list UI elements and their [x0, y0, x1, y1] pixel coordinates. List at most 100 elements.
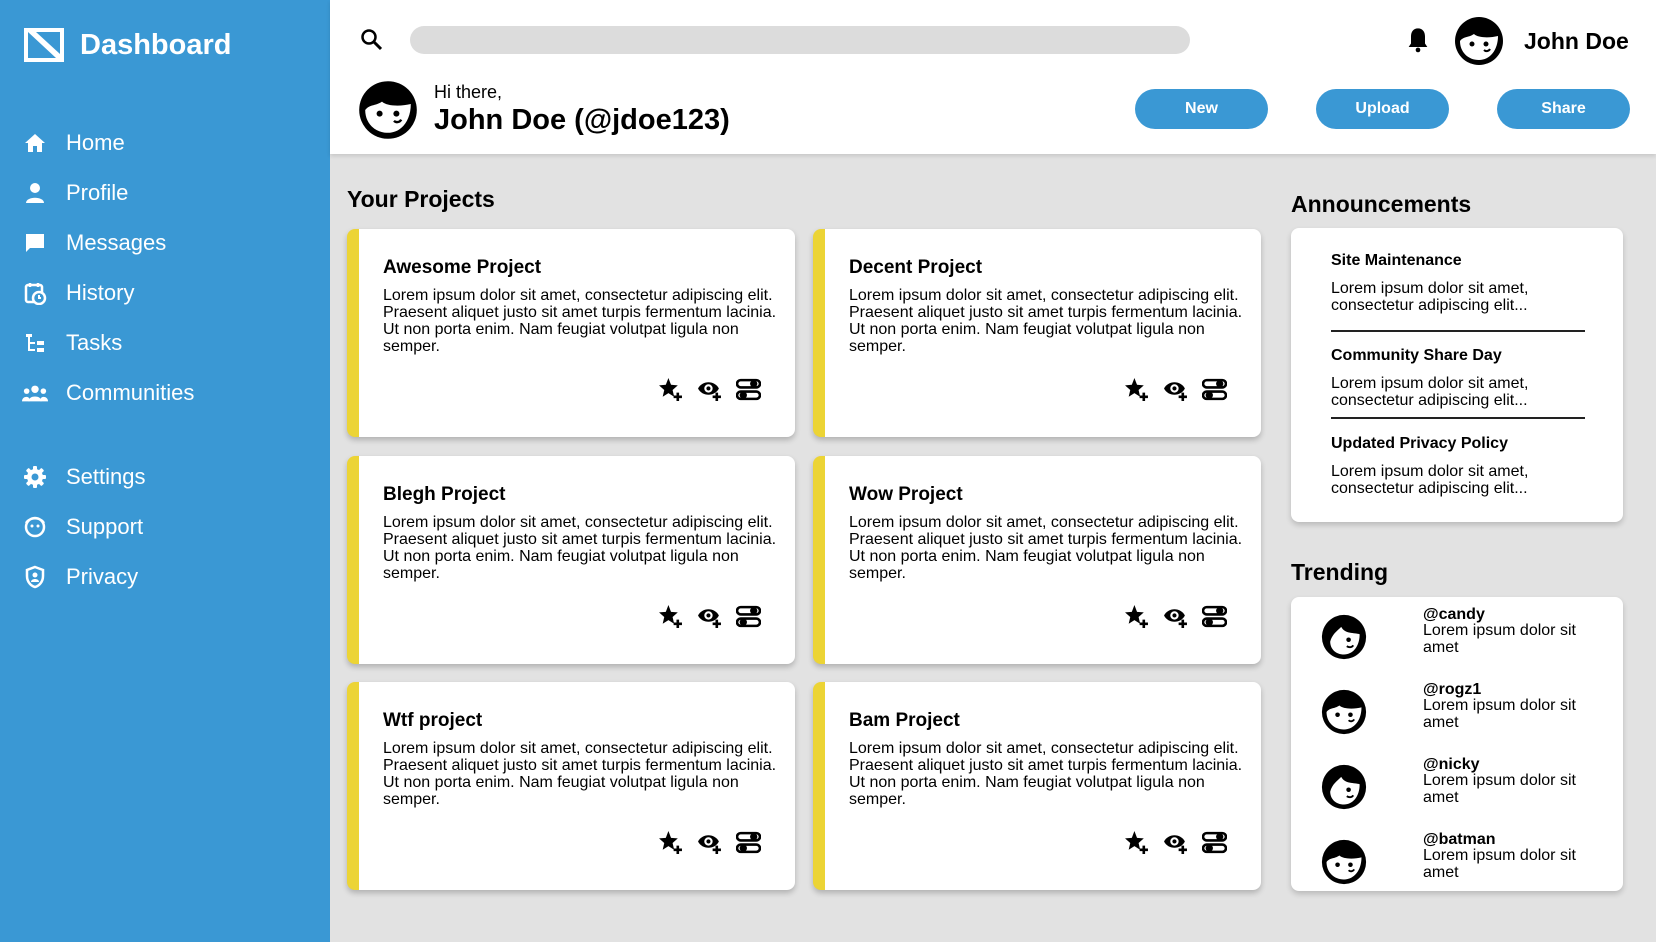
sidebar-item-profile[interactable]: Profile: [0, 168, 330, 218]
app-title: Dashboard: [80, 28, 232, 61]
announcement-text: Lorem ipsum dolor sit amet, consectetur …: [1331, 280, 1529, 314]
project-title: Decent Project: [849, 257, 983, 278]
tasks-icon: [22, 330, 48, 356]
divider: [1331, 417, 1585, 419]
trending-item[interactable]: @candy Lorem ipsum dolor sit amet: [1321, 606, 1601, 662]
announcement-item[interactable]: Updated Privacy Policy Lorem ipsum dolor…: [1331, 435, 1585, 497]
share-toggle-icon[interactable]: [736, 604, 761, 629]
bell-icon[interactable]: [1404, 26, 1432, 54]
sidebar-item-label: Communities: [66, 380, 195, 405]
star-add-icon[interactable]: [658, 830, 683, 855]
project-card[interactable]: Blegh Project Lorem ipsum dolor sit amet…: [347, 456, 795, 664]
share-toggle-icon[interactable]: [1202, 604, 1227, 629]
sidebar-item-label: Home: [66, 130, 125, 155]
announcement-item[interactable]: Community Share Day Lorem ipsum dolor si…: [1331, 347, 1585, 409]
announcements-heading: Announcements: [1291, 191, 1472, 217]
history-icon: [22, 280, 48, 306]
new-button[interactable]: New: [1135, 89, 1268, 129]
share-toggle-icon[interactable]: [736, 830, 761, 855]
brand[interactable]: Dashboard: [24, 28, 231, 62]
project-description: Lorem ipsum dolor sit amet, consectetur …: [849, 514, 1243, 582]
star-add-icon[interactable]: [1124, 604, 1149, 629]
divider: [1331, 330, 1585, 332]
watch-add-icon[interactable]: [1163, 377, 1188, 402]
sidebar-item-label: Support: [66, 514, 144, 539]
project-card[interactable]: Decent Project Lorem ipsum dolor sit ame…: [813, 229, 1261, 437]
avatar: [1321, 839, 1367, 885]
trending-item[interactable]: @rogz1 Lorem ipsum dolor sit amet: [1321, 681, 1601, 737]
sidebar-item-communities[interactable]: Communities: [0, 368, 330, 418]
announcement-text: Lorem ipsum dolor sit amet, consectetur …: [1331, 375, 1529, 409]
share-toggle-icon[interactable]: [1202, 830, 1227, 855]
project-description: Lorem ipsum dolor sit amet, consectetur …: [383, 514, 777, 582]
primary-nav: Home Profile Messages History Tasks Comm…: [0, 118, 330, 418]
project-description: Lorem ipsum dolor sit amet, consectetur …: [383, 740, 777, 808]
watch-add-icon[interactable]: [1163, 830, 1188, 855]
trending-text: Lorem ipsum dolor sit amet: [1423, 697, 1576, 731]
watch-add-icon[interactable]: [1163, 604, 1188, 629]
trending-item[interactable]: @batman Lorem ipsum dolor sit amet: [1321, 831, 1601, 887]
sidebar-item-privacy[interactable]: Privacy: [0, 552, 330, 602]
sidebar: Dashboard Home Profile Messages History: [0, 0, 330, 942]
project-card[interactable]: Wow Project Lorem ipsum dolor sit amet, …: [813, 456, 1261, 664]
share-toggle-icon[interactable]: [736, 377, 761, 402]
search-icon[interactable]: [360, 28, 384, 52]
project-description: Lorem ipsum dolor sit amet, consectetur …: [849, 287, 1243, 355]
share-toggle-icon[interactable]: [1202, 377, 1227, 402]
project-description: Lorem ipsum dolor sit amet, consectetur …: [383, 287, 777, 355]
gear-icon: [22, 464, 48, 490]
avatar[interactable]: [1454, 16, 1504, 66]
project-title: Wow Project: [849, 484, 963, 505]
greeting-name: John Doe (@jdoe123): [434, 104, 730, 136]
person-icon: [22, 180, 48, 206]
watch-add-icon[interactable]: [697, 830, 722, 855]
sidebar-item-support[interactable]: Support: [0, 502, 330, 552]
sidebar-item-home[interactable]: Home: [0, 118, 330, 168]
search-input[interactable]: [410, 26, 1190, 54]
announcement-text: Lorem ipsum dolor sit amet, consectetur …: [1331, 463, 1529, 497]
upload-button[interactable]: Upload: [1316, 89, 1449, 129]
project-description: Lorem ipsum dolor sit amet, consectetur …: [849, 740, 1243, 808]
sidebar-item-label: Messages: [66, 230, 167, 255]
group-icon: [22, 380, 48, 406]
star-add-icon[interactable]: [1124, 830, 1149, 855]
sidebar-item-label: Privacy: [66, 564, 139, 589]
announcement-item[interactable]: Site Maintenance Lorem ipsum dolor sit a…: [1331, 252, 1585, 314]
project-actions: [1124, 604, 1227, 629]
announcement-title: Community Share Day: [1331, 347, 1502, 364]
avatar: [1321, 689, 1367, 735]
announcement-title: Updated Privacy Policy: [1331, 435, 1508, 452]
user-name[interactable]: John Doe: [1524, 28, 1629, 55]
sidebar-item-tasks[interactable]: Tasks: [0, 318, 330, 368]
avatar: [1321, 614, 1367, 660]
announcements-panel: Site Maintenance Lorem ipsum dolor sit a…: [1291, 228, 1623, 522]
watch-add-icon[interactable]: [697, 604, 722, 629]
project-actions: [1124, 377, 1227, 402]
trending-heading: Trending: [1291, 559, 1389, 585]
project-actions: [658, 830, 761, 855]
header: John Doe Hi there, John Doe (@jdoe123) N…: [330, 0, 1656, 154]
project-card[interactable]: Wtf project Lorem ipsum dolor sit amet, …: [347, 682, 795, 890]
project-title: Bam Project: [849, 710, 960, 731]
sidebar-item-settings[interactable]: Settings: [0, 452, 330, 502]
share-button[interactable]: Share: [1497, 89, 1630, 129]
dashboard-logo-icon: [24, 28, 64, 62]
watch-add-icon[interactable]: [697, 377, 722, 402]
sidebar-item-history[interactable]: History: [0, 268, 330, 318]
project-actions: [658, 377, 761, 402]
star-add-icon[interactable]: [658, 604, 683, 629]
trending-text: Lorem ipsum dolor sit amet: [1423, 622, 1576, 656]
sidebar-item-label: History: [66, 280, 135, 305]
project-card[interactable]: Awesome Project Lorem ipsum dolor sit am…: [347, 229, 795, 437]
project-title: Blegh Project: [383, 484, 506, 505]
sidebar-item-messages[interactable]: Messages: [0, 218, 330, 268]
trending-panel: @candy Lorem ipsum dolor sit amet @rogz1…: [1291, 597, 1623, 891]
support-icon: [22, 514, 48, 540]
shield-icon: [22, 564, 48, 590]
star-add-icon[interactable]: [1124, 377, 1149, 402]
project-actions: [1124, 830, 1227, 855]
trending-text: Lorem ipsum dolor sit amet: [1423, 772, 1576, 806]
trending-item[interactable]: @nicky Lorem ipsum dolor sit amet: [1321, 756, 1601, 812]
project-card[interactable]: Bam Project Lorem ipsum dolor sit amet, …: [813, 682, 1261, 890]
star-add-icon[interactable]: [658, 377, 683, 402]
